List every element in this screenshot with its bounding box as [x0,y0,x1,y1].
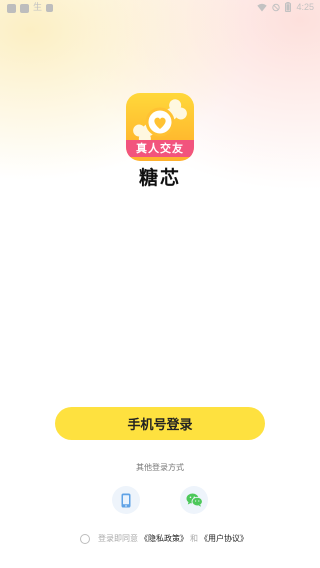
app-name: 糖芯 [138,167,181,189]
notification-icon [20,3,29,13]
status-bar: 生 4:25 [0,0,320,18]
logo-ribbon: 真人交友 [126,140,194,157]
privacy-policy-link[interactable]: 《隐私政策》 [140,533,188,544]
wechat-login-option[interactable] [180,486,208,514]
status-time: 4:25 [296,2,314,12]
wifi-icon [257,3,268,11]
battery-icon [285,2,292,12]
agreement-prefix: 登录即同意 [98,534,138,543]
wechat-icon [186,493,203,507]
phone-login-option[interactable] [112,486,140,514]
other-login-label: 其他登录方式 [136,463,184,472]
notification-icon [7,3,16,13]
notification-icon [46,4,54,12]
phone-login-button[interactable]: 手机号登录 [55,407,265,440]
user-agreement-link[interactable]: 《用户协议》 [200,533,248,544]
signal-icon [272,3,281,11]
app-logo: 真人交友 [126,93,194,161]
agreement-and: 和 [190,534,198,543]
mobile-phone-icon [121,493,131,507]
agreement-row: 登录即同意 《隐私政策》 和 《用户协议》 [80,533,250,544]
status-text: 生 [33,3,43,13]
agreement-checkbox[interactable] [80,533,90,544]
